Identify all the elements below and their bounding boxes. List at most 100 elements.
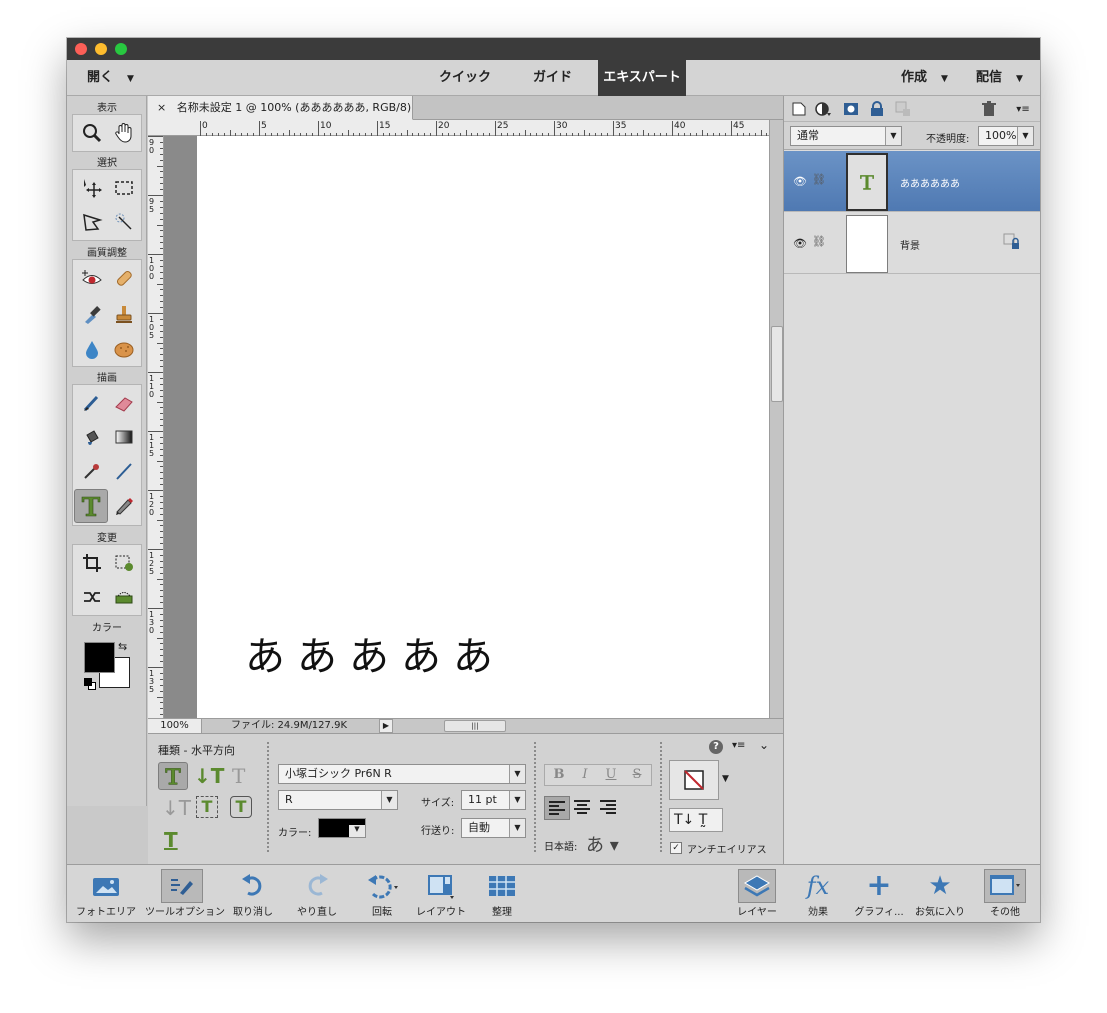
chevron-down-icon[interactable]: ▼: [722, 774, 729, 784]
paint-bucket-tool[interactable]: [77, 422, 107, 452]
brush-tool[interactable]: [77, 388, 107, 418]
red-eye-tool[interactable]: [77, 263, 107, 293]
eye-icon[interactable]: 👁: [793, 175, 807, 188]
zoom-window-button[interactable]: [115, 43, 127, 55]
layout-button[interactable]: レイアウト: [413, 869, 469, 919]
options-menu-icon[interactable]: ▾≡: [732, 740, 745, 751]
text-color-swatch[interactable]: ▼: [318, 818, 366, 838]
eyedropper-tool[interactable]: [77, 456, 107, 486]
tab-guided[interactable]: ガイド: [529, 60, 576, 96]
straighten-tool[interactable]: [109, 582, 139, 612]
layer-row-text[interactable]: 👁 ⛓ ああああああ: [784, 151, 1040, 212]
layer-row-background[interactable]: 👁 ⛓ 背景: [784, 213, 1040, 274]
undo-button[interactable]: 取り消し: [227, 869, 279, 919]
zoom-tool[interactable]: [77, 118, 107, 148]
eye-icon[interactable]: 👁: [793, 237, 807, 250]
hand-tool[interactable]: [109, 118, 139, 148]
line-shape-tool[interactable]: [109, 456, 139, 486]
clone-stamp-tool[interactable]: [109, 299, 139, 329]
canvas-text-layer[interactable]: あああああ: [245, 624, 505, 682]
text-orientation-button[interactable]: T↓ T̰: [669, 808, 723, 832]
vertical-type-mask-icon[interactable]: ↓T: [162, 796, 191, 820]
favorites-button[interactable]: ★ お気に入り: [913, 869, 967, 919]
panel-menu-icon[interactable]: ▾≡: [1014, 100, 1032, 118]
help-icon[interactable]: ?: [709, 740, 723, 754]
smart-brush-tool[interactable]: [77, 299, 107, 329]
shape-type-icon[interactable]: T: [230, 796, 252, 818]
zoom-field[interactable]: 100%: [148, 719, 202, 733]
horizontal-type-mask-icon[interactable]: T: [232, 764, 245, 788]
vertical-scroll-thumb[interactable]: [771, 326, 783, 402]
font-family-select[interactable]: 小塚ゴシック Pr6N R ▼: [278, 764, 526, 784]
blend-mode-select[interactable]: 通常 ▼: [790, 126, 902, 146]
link-icon[interactable]: ⛓: [812, 235, 826, 248]
redo-button[interactable]: やり直し: [291, 869, 343, 919]
minimize-window-button[interactable]: [95, 43, 107, 55]
share-menu[interactable]: 配信 ▼: [976, 60, 1023, 96]
gradient-tool[interactable]: [109, 422, 139, 452]
vertical-type-icon[interactable]: ↓T: [194, 764, 224, 788]
link-icon[interactable]: ⛓: [812, 173, 826, 186]
underline-button[interactable]: U: [599, 765, 623, 785]
spot-healing-tool[interactable]: [109, 263, 139, 293]
horizontal-scroll-thumb[interactable]: |||: [444, 720, 506, 732]
rotate-button[interactable]: 回転: [357, 869, 407, 919]
more-button[interactable]: その他: [981, 869, 1029, 919]
close-document-icon[interactable]: ×: [157, 101, 166, 114]
effects-button[interactable]: fx 効果: [797, 869, 839, 919]
japanese-options-icon[interactable]: あ ▾: [586, 831, 619, 857]
lock-all-icon[interactable]: [868, 100, 886, 118]
document-tab[interactable]: × 名称未設定 1 @ 100% (ああああああ, RGB/8) *: [148, 96, 420, 120]
font-size-select[interactable]: 11 pt ▼: [461, 790, 526, 810]
strikethrough-button[interactable]: S: [625, 765, 649, 785]
collapse-chevron-icon[interactable]: ⌄: [759, 738, 769, 752]
create-menu[interactable]: 作成 ▼: [901, 60, 948, 96]
content-aware-move-tool[interactable]: [77, 582, 107, 612]
default-colors-icon[interactable]: [84, 678, 96, 690]
crop-tool[interactable]: [77, 548, 107, 578]
quick-selection-tool[interactable]: [109, 207, 139, 237]
foreground-color-swatch[interactable]: [84, 642, 115, 673]
antialias-checkbox[interactable]: ✓: [670, 842, 682, 854]
paragraph-type-icon[interactable]: T: [196, 796, 218, 818]
layer-mask-icon[interactable]: [842, 100, 860, 118]
tab-expert[interactable]: エキスパート: [598, 60, 686, 96]
marquee-tool[interactable]: [109, 173, 139, 203]
move-tool[interactable]: [77, 173, 107, 203]
warp-text-button[interactable]: [669, 760, 719, 800]
path-type-icon[interactable]: T: [164, 828, 178, 852]
align-center-icon[interactable]: [570, 796, 596, 820]
vertical-scrollbar[interactable]: [769, 120, 783, 718]
image-canvas[interactable]: あああああ: [197, 136, 769, 718]
sponge-tool[interactable]: [109, 334, 139, 364]
tool-options-toggle-button[interactable]: ツールオプション: [145, 869, 225, 919]
blur-tool[interactable]: [77, 334, 107, 364]
pencil-tool[interactable]: [109, 490, 139, 520]
adjustment-layer-icon[interactable]: [814, 100, 832, 118]
align-left-icon[interactable]: [544, 796, 570, 820]
font-style-select[interactable]: R ▼: [278, 790, 398, 810]
opacity-input[interactable]: 100% ▼: [978, 126, 1034, 146]
organize-button[interactable]: 整理: [481, 869, 523, 919]
type-tool[interactable]: [74, 489, 108, 523]
layers-panel-button[interactable]: レイヤー: [733, 869, 781, 919]
tab-quick[interactable]: クイック: [435, 60, 495, 96]
new-layer-icon[interactable]: [790, 100, 808, 118]
lasso-tool[interactable]: [77, 207, 107, 237]
open-menu[interactable]: 開く ▼: [87, 60, 134, 96]
swap-colors-icon[interactable]: ⇆: [118, 640, 127, 653]
photo-bin-button[interactable]: フォトエリア: [71, 869, 141, 919]
graphics-button[interactable]: + グラフィ...: [851, 869, 907, 919]
close-window-button[interactable]: [75, 43, 87, 55]
recompose-tool[interactable]: [109, 548, 139, 578]
align-right-icon[interactable]: [596, 796, 622, 820]
eraser-tool[interactable]: [109, 388, 139, 418]
trash-icon[interactable]: [980, 100, 998, 118]
bold-button[interactable]: B: [547, 765, 571, 785]
lock-transparency-icon[interactable]: [894, 100, 912, 118]
horizontal-type-button[interactable]: [158, 762, 188, 790]
status-menu-arrow-icon[interactable]: ▶: [379, 719, 393, 733]
leading-select[interactable]: 自動 ▼: [461, 818, 526, 838]
italic-button[interactable]: I: [573, 765, 597, 785]
ruler-label: 15: [379, 121, 391, 131]
